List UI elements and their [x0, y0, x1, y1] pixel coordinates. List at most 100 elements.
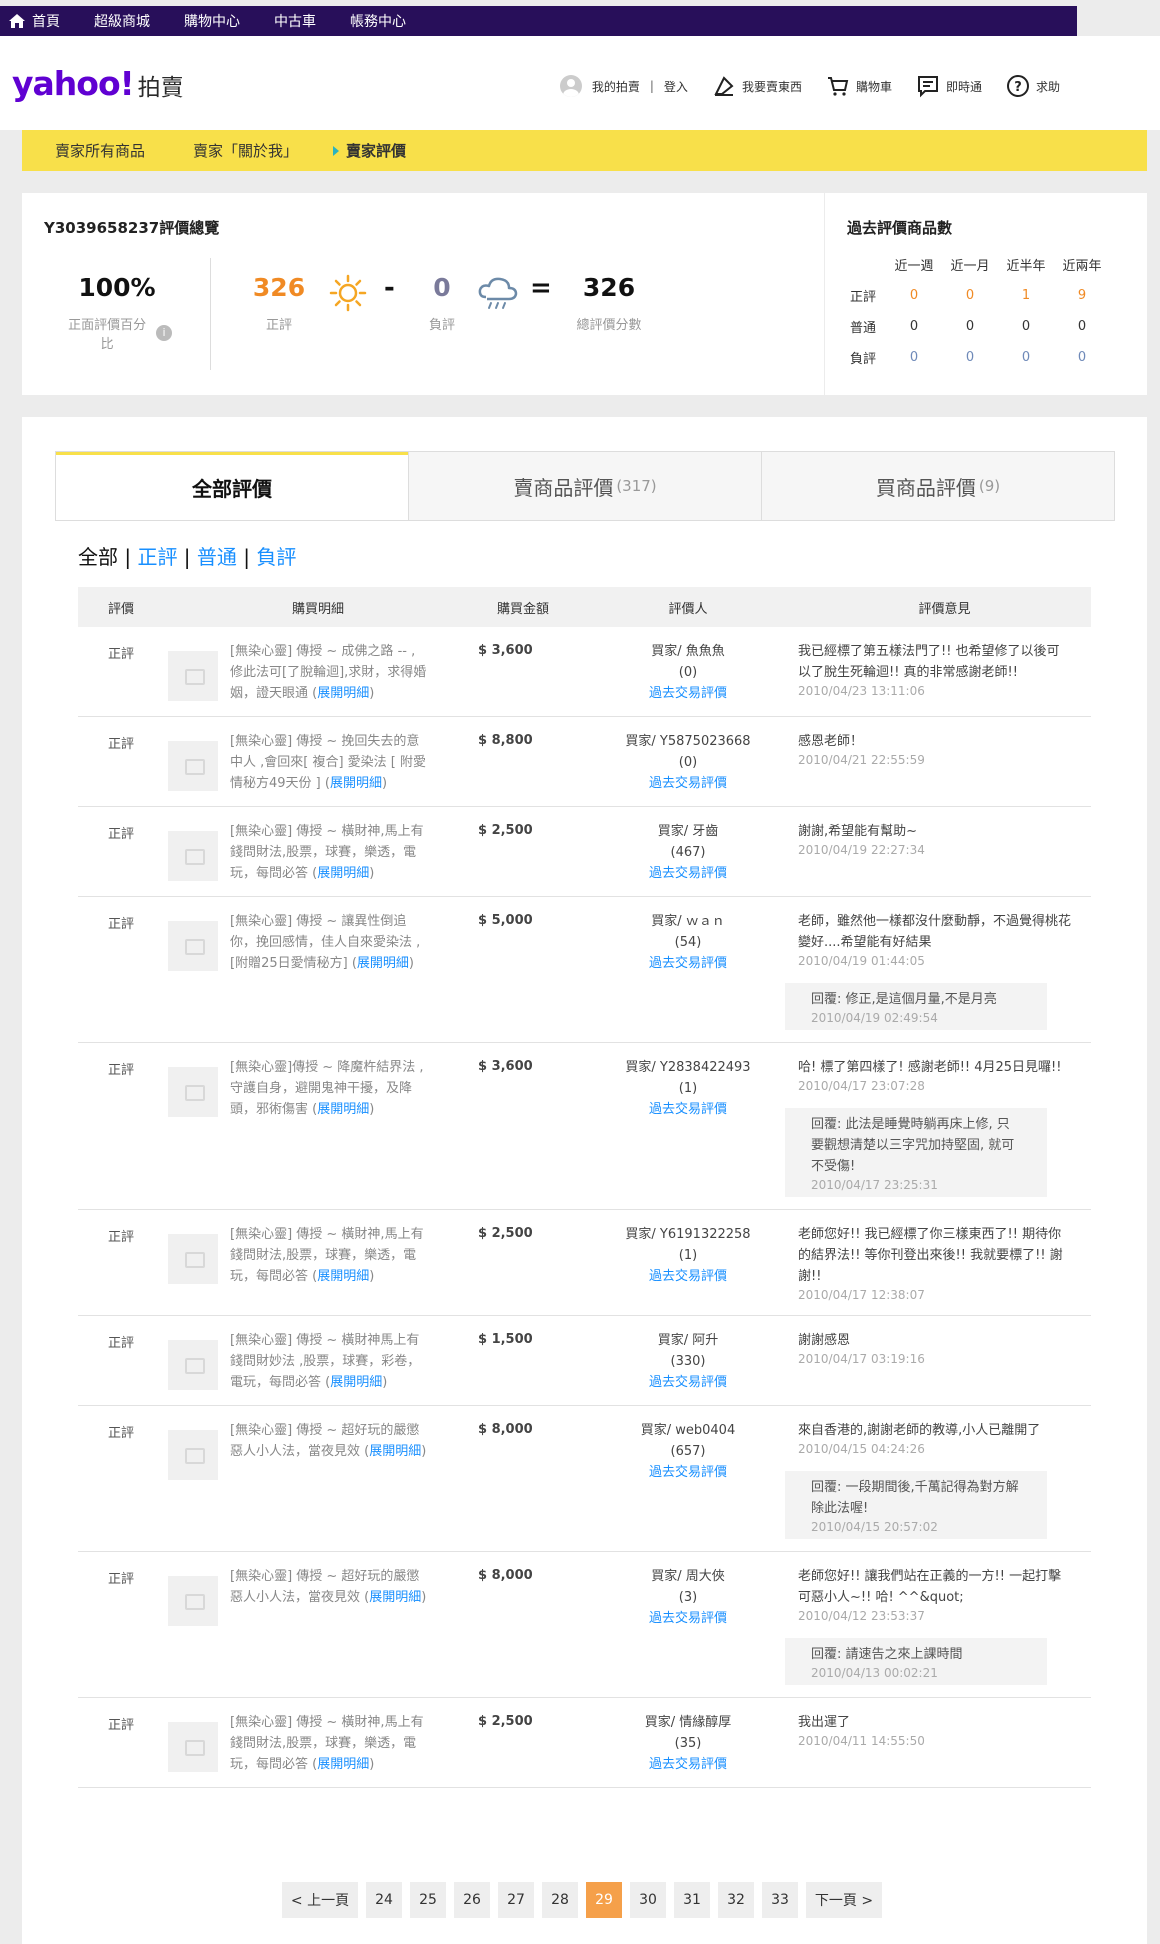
comment-date: 2010/04/12 23:53:37	[798, 1609, 925, 1623]
topnav-shopping[interactable]: 購物中心	[184, 11, 240, 31]
page-button[interactable]: 24	[366, 1882, 402, 1918]
item-thumbnail-icon[interactable]	[168, 741, 218, 791]
row-rater: 買家/ ｗａｎ (54) 過去交易評價	[578, 909, 798, 1030]
page-button[interactable]: 31	[674, 1882, 710, 1918]
info-icon[interactable]: i	[156, 325, 172, 341]
history-link[interactable]: 過去交易評價	[649, 1757, 727, 1772]
rater-name[interactable]: 買家/ Y6191322258	[578, 1224, 798, 1245]
row-rater: 買家/ 牙齒 (467) 過去交易評價	[578, 819, 798, 884]
item-description: [無染心靈] 傳授 ~ 橫財神,馬上有錢問財法,股票，球賽，樂透，電玩，每問必答…	[230, 1710, 430, 1775]
history-link[interactable]: 過去交易評價	[649, 1375, 727, 1390]
past-col-twoyears: 近兩年	[1062, 259, 1102, 274]
row-amount: $ 5,000	[478, 913, 533, 928]
expand-detail-link[interactable]: 展開明細	[330, 776, 382, 791]
prev-page-button[interactable]: < 上一頁	[282, 1882, 358, 1918]
rater-score: (1)	[678, 1081, 698, 1096]
history-link[interactable]: 過去交易評價	[649, 1465, 727, 1480]
sell-link[interactable]: 我要賣東西	[712, 74, 802, 98]
logo-yahoo: yahoo!	[12, 64, 135, 103]
history-link[interactable]: 過去交易評價	[649, 776, 727, 791]
reply-text: 回覆: 修正,是這個月量,不是月亮	[811, 992, 997, 1007]
page-button[interactable]: 33	[762, 1882, 798, 1918]
top-nav: 首頁 超級商城 購物中心 中古車 帳務中心	[0, 6, 1077, 36]
rater-name[interactable]: 買家/ ｗａｎ	[578, 911, 798, 932]
help-link[interactable]: ? 求助	[1006, 74, 1060, 98]
tab-sell-count: (317)	[616, 477, 657, 495]
row-rater: 買家/ Y2838422493 (1) 過去交易評價	[578, 1055, 798, 1197]
item-thumbnail-icon[interactable]	[168, 1722, 218, 1772]
seller-all-items-link[interactable]: 賣家所有商品	[55, 140, 145, 161]
topnav-home[interactable]: 首頁	[8, 11, 60, 31]
expand-detail-link[interactable]: 展開明細	[317, 866, 369, 881]
expand-detail-link[interactable]: 展開明細	[369, 1444, 421, 1459]
item-thumbnail-icon[interactable]	[168, 1430, 218, 1480]
tab-all-feedback[interactable]: 全部評價	[56, 452, 408, 520]
item-title[interactable]: [無染心靈] 傳授 ~ 橫財神馬上有錢問財妙法 ,股票，球賽，彩卷，電玩，每問必…	[230, 1333, 420, 1390]
rater-name[interactable]: 買家/ 魚魚魚	[578, 641, 798, 662]
expand-detail-link[interactable]: 展開明細	[317, 1269, 369, 1284]
filter-normal[interactable]: 普通	[197, 545, 237, 569]
filter-negative[interactable]: 負評	[256, 545, 296, 569]
page-button[interactable]: 32	[718, 1882, 754, 1918]
item-thumbnail-icon[interactable]	[168, 1234, 218, 1284]
page-button[interactable]: 27	[498, 1882, 534, 1918]
rater-name[interactable]: 買家/ 牙齒	[578, 821, 798, 842]
expand-detail-link[interactable]: 展開明細	[317, 1757, 369, 1772]
yahoo-auction-logo[interactable]: yahoo! 拍賣	[12, 64, 184, 103]
table-row: 正評 [無染心靈] 傳授 ~ 成佛之路 -- , 修此法可[了脫輪迴],求財，求得…	[78, 627, 1091, 717]
page-button[interactable]: 30	[630, 1882, 666, 1918]
comment-date: 2010/04/15 04:24:26	[798, 1442, 925, 1456]
item-thumbnail-icon[interactable]	[168, 1067, 218, 1117]
seller-rating-link[interactable]: 賣家評價	[333, 140, 406, 161]
page-button[interactable]: 25	[410, 1882, 446, 1918]
history-link[interactable]: 過去交易評價	[649, 1611, 727, 1626]
rater-name[interactable]: 買家/ Y2838422493	[578, 1057, 798, 1078]
seller-reply: 回覆: 修正,是這個月量,不是月亮 2010/04/19 02:49:54	[785, 983, 1047, 1030]
topnav-billing[interactable]: 帳務中心	[350, 11, 406, 31]
rater-name[interactable]: 買家/ 周大俠	[578, 1566, 798, 1587]
history-link[interactable]: 過去交易評價	[649, 686, 727, 701]
past-title: 過去評價商品數	[847, 219, 953, 237]
page-button[interactable]: 26	[454, 1882, 490, 1918]
page-button[interactable]: 28	[542, 1882, 578, 1918]
rater-name[interactable]: 買家/ web0404	[578, 1420, 798, 1441]
expand-detail-link[interactable]: 展開明細	[369, 1590, 421, 1605]
messenger-link[interactable]: 即時通	[916, 74, 982, 98]
past-cell: 0	[1021, 319, 1031, 334]
item-description: [無染心靈] 傳授 ~ 挽回失去的意中人 ,會回來[ 複合] 愛染法 [ 附愛情…	[230, 729, 430, 794]
expand-detail-link[interactable]: 展開明細	[317, 686, 369, 701]
rater-name[interactable]: 買家/ 情緣醇厚	[578, 1712, 798, 1733]
expand-detail-link[interactable]: 展開明細	[357, 956, 409, 971]
rater-name[interactable]: 買家/ Y5875023668	[578, 731, 798, 752]
login-link[interactable]: 登入	[664, 78, 688, 95]
tab-sell-feedback[interactable]: 賣商品評價 (317)	[408, 452, 761, 520]
table-row: 正評 [無染心靈] 傳授 ~ 橫財神馬上有錢問財妙法 ,股票，球賽，彩卷，電玩，每…	[78, 1316, 1091, 1406]
expand-detail-link[interactable]: 展開明細	[317, 1102, 369, 1117]
history-link[interactable]: 過去交易評價	[649, 1269, 727, 1284]
page-button-current[interactable]: 29	[586, 1882, 622, 1918]
seller-nav-bar: 賣家所有商品 賣家「關於我」 賣家評價	[22, 130, 1147, 171]
topnav-mall[interactable]: 超級商城	[94, 11, 150, 31]
expand-detail-link[interactable]: 展開明細	[330, 1375, 382, 1390]
item-thumbnail-icon[interactable]	[168, 921, 218, 971]
my-auction-link[interactable]: 我的拍賣	[592, 78, 640, 95]
topnav-used-car[interactable]: 中古車	[274, 11, 316, 31]
seller-reply: 回覆: 一段期間後,千萬記得為對方解除此法喔! 2010/04/15 20:57:…	[785, 1471, 1047, 1539]
rater-name[interactable]: 買家/ 阿升	[578, 1330, 798, 1351]
history-link[interactable]: 過去交易評價	[649, 956, 727, 971]
item-thumbnail-icon[interactable]	[168, 651, 218, 701]
item-thumbnail-icon[interactable]	[168, 831, 218, 881]
comment-text: 感恩老師！	[798, 734, 864, 749]
seller-about-link[interactable]: 賣家「關於我」	[193, 140, 298, 161]
history-link[interactable]: 過去交易評價	[649, 866, 727, 881]
history-link[interactable]: 過去交易評價	[649, 1102, 727, 1117]
item-thumbnail-icon[interactable]	[168, 1340, 218, 1390]
cart-link[interactable]: 購物車	[826, 74, 892, 98]
item-thumbnail-icon[interactable]	[168, 1576, 218, 1626]
filter-all[interactable]: 全部	[78, 545, 118, 569]
item-title[interactable]: [無染心靈] 傳授 ~ 挽回失去的意中人 ,會回來[ 複合] 愛染法 [ 附愛情…	[230, 734, 426, 791]
tab-buy-feedback[interactable]: 買商品評價 (9)	[761, 452, 1114, 520]
next-page-button[interactable]: 下一頁 >	[806, 1882, 882, 1918]
rater-score: (3)	[678, 1590, 698, 1605]
filter-positive[interactable]: 正評	[137, 545, 177, 569]
